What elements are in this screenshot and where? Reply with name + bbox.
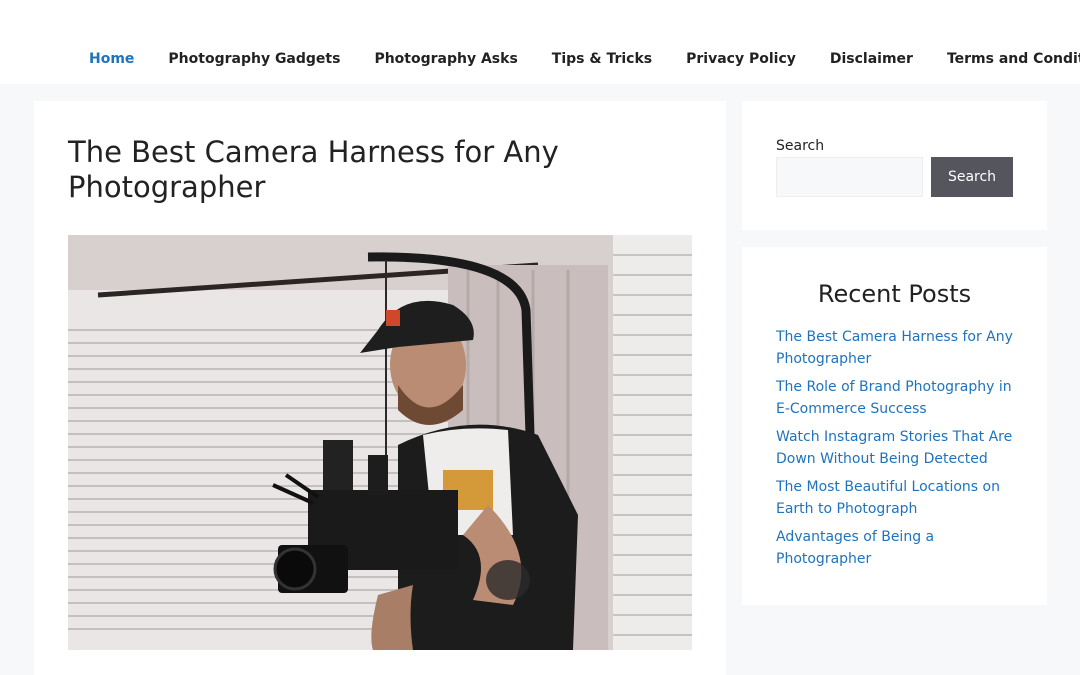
nav-privacy-policy[interactable]: Privacy Policy [669, 45, 813, 73]
search-label: Search [776, 138, 825, 154]
search-button[interactable]: Search [931, 157, 1013, 197]
list-item: Advantages of Being a Photographer [776, 527, 1016, 570]
nav-photography-gadgets[interactable]: Photography Gadgets [151, 45, 357, 73]
nav-home[interactable]: Home [72, 45, 151, 73]
article-container: The Best Camera Harness for Any Photogra… [34, 101, 726, 675]
recent-posts-list: The Best Camera Harness for Any Photogra… [776, 327, 1016, 577]
article-title: The Best Camera Harness for Any Photogra… [68, 135, 559, 204]
nav-disclaimer[interactable]: Disclaimer [813, 45, 930, 73]
nav-photography-asks[interactable]: Photography Asks [357, 45, 534, 73]
nav-tips-tricks[interactable]: Tips & Tricks [535, 45, 669, 73]
recent-post-link[interactable]: The Most Beautiful Locations on Earth to… [776, 477, 1016, 520]
list-item: Watch Instagram Stories That Are Down Wi… [776, 427, 1016, 470]
search-widget: Search Search [742, 101, 1047, 230]
featured-image-illustration [68, 235, 692, 650]
nav-terms-and-conditions[interactable]: Terms and Conditions [930, 45, 1080, 73]
recent-post-link[interactable]: Watch Instagram Stories That Are Down Wi… [776, 427, 1016, 470]
recent-posts-widget: Recent Posts The Best Camera Harness for… [742, 247, 1047, 605]
list-item: The Most Beautiful Locations on Earth to… [776, 477, 1016, 520]
recent-post-link[interactable]: The Role of Brand Photography in E-Comme… [776, 377, 1016, 420]
site-header: Home Photography Gadgets Photography Ask… [0, 0, 1080, 84]
recent-posts-title: Recent Posts [817, 280, 972, 308]
list-item: The Best Camera Harness for Any Photogra… [776, 327, 1016, 370]
list-item: The Role of Brand Photography in E-Comme… [776, 377, 1016, 420]
recent-post-link[interactable]: The Best Camera Harness for Any Photogra… [776, 327, 1016, 370]
featured-image [68, 235, 692, 650]
main-navigation: Home Photography Gadgets Photography Ask… [72, 45, 1080, 73]
search-input[interactable] [776, 157, 923, 197]
recent-post-link[interactable]: Advantages of Being a Photographer [776, 527, 1016, 570]
